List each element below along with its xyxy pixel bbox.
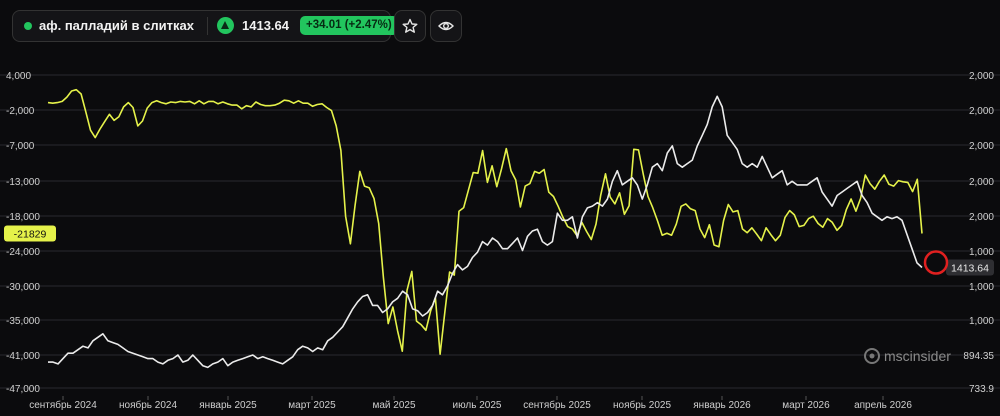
- left-axis-tick-label: -18,000: [6, 212, 40, 223]
- right-axis-tick-label: 894.35: [963, 351, 994, 362]
- watermark-text: mscinsider: [884, 348, 951, 364]
- favorite-button[interactable]: [394, 10, 426, 42]
- x-axis-tick-label: ноябрь 2025: [613, 399, 671, 411]
- right-axis-tick-label: 2,000: [969, 177, 994, 188]
- left-axis-tick-label: -24,000: [6, 247, 40, 258]
- left-axis-tick-label: -41,000: [6, 351, 40, 362]
- symbol-selector[interactable]: аф. палладий в слитках ⌄ 1413.64 +34.01 …: [12, 10, 398, 42]
- right-axis-tick-label: 2,000: [969, 71, 994, 82]
- series-lines: [47, 88, 923, 369]
- x-axis-tick-label: июль 2025: [453, 400, 502, 411]
- x-axis-tick-label: январь 2026: [693, 400, 751, 411]
- divider: [207, 17, 208, 35]
- right-axis-tick-label: 2,000: [969, 106, 994, 117]
- right-axis-tick-label: 733.9: [969, 384, 994, 395]
- right-current-value: 1413.64: [951, 263, 989, 275]
- toolbar: аф. палладий в слитках ⌄ 1413.64 +34.01 …: [0, 0, 1000, 52]
- x-axis-tick-label: март 2026: [782, 400, 830, 411]
- right-axis-tick-label: 2,000: [969, 141, 994, 152]
- watermark: mscinsider: [864, 348, 951, 364]
- chevron-down-icon[interactable]: ⌄: [185, 17, 194, 30]
- eye-icon: [438, 21, 454, 31]
- left-axis-tick-label: -7,000: [6, 141, 35, 152]
- price-chart[interactable]: 4,000 -2,000 -7,000 -13,000 -18,000 -24,000 -3…: [0, 52, 1000, 416]
- x-axis-tick-label: ноябрь 2024: [119, 399, 177, 411]
- current-price: 1413.64: [242, 18, 289, 33]
- x-axis-tick-label: сентябрь 2024: [29, 399, 97, 411]
- left-axis-tick-label: -30,000: [6, 282, 40, 293]
- grid: [0, 74, 1000, 389]
- x-axis-tick-label: апрель 2026: [854, 400, 912, 411]
- star-icon: [402, 18, 418, 33]
- price-change-badge: +34.01 (+2.47%): [300, 16, 398, 35]
- watch-button[interactable]: [430, 10, 462, 42]
- arrow-up-icon: [217, 17, 234, 34]
- right-axis-tick-label: 2,000: [969, 212, 994, 223]
- left-axis-tick-label: -13,000: [6, 177, 40, 188]
- right-axis-tick-label: 1,000: [969, 282, 994, 293]
- axes: 4,000 -2,000 -7,000 -13,000 -18,000 -24,000 -3…: [4, 71, 994, 411]
- market-status-dot: [24, 22, 32, 30]
- highlight-marker: [923, 250, 949, 275]
- right-axis-tick-label: 1,000: [969, 316, 994, 327]
- left-axis-tick-label: 4,000: [6, 71, 31, 82]
- x-axis-tick-label: март 2025: [288, 400, 336, 411]
- left-axis-tick-label: -2,000: [6, 106, 35, 117]
- right-axis-tick-label: 1,000: [969, 247, 994, 258]
- left-current-value: -21829: [14, 229, 47, 241]
- x-axis-tick-label: май 2025: [372, 400, 415, 411]
- position-series-line[interactable]: [47, 88, 923, 356]
- x-axis-tick-label: сентябрь 2025: [523, 399, 591, 411]
- price-series-line[interactable]: [48, 95, 923, 369]
- left-axis-tick-label: -35,000: [6, 316, 40, 327]
- symbol-name[interactable]: аф. палладий в слитках: [39, 18, 194, 33]
- x-axis-tick-label: январь 2025: [199, 400, 257, 411]
- left-axis-tick-label: -47,000: [6, 384, 40, 395]
